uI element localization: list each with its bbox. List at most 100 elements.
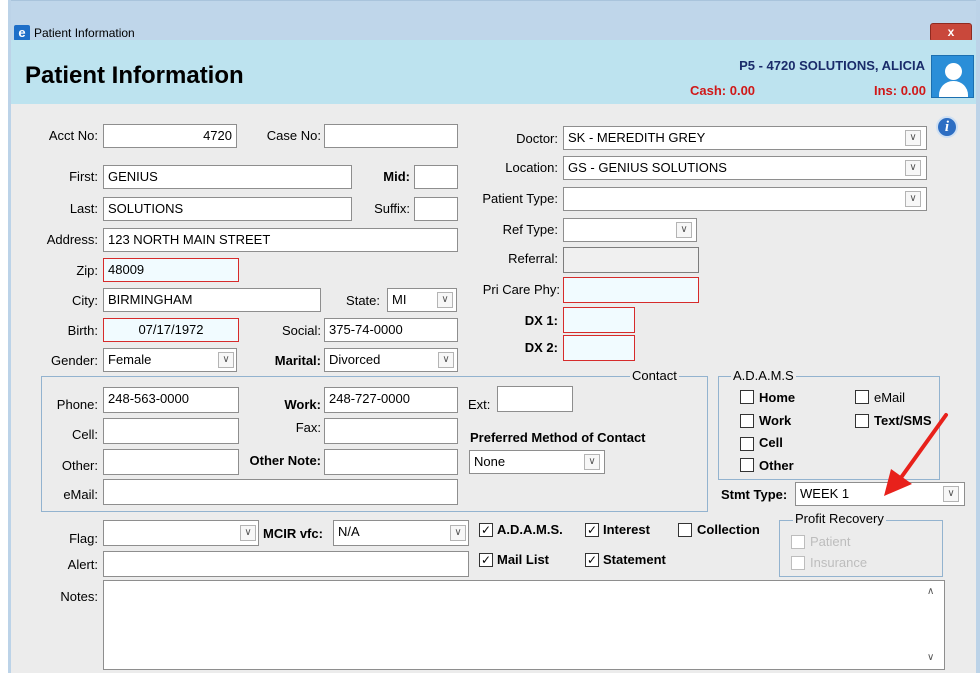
pri-care-label: Pri Care Phy: bbox=[482, 282, 560, 297]
email-label: eMail: bbox=[63, 487, 98, 502]
last-label: Last: bbox=[69, 201, 98, 216]
interest-checkbox[interactable]: ✓ bbox=[585, 523, 599, 537]
birth-date-field[interactable]: 07/17/1972 bbox=[103, 318, 239, 342]
suffix-label: Suffix: bbox=[374, 201, 410, 216]
dx1-field[interactable] bbox=[563, 307, 635, 333]
address-field[interactable]: 123 NORTH MAIN STREET bbox=[103, 228, 458, 252]
profit-recovery-insurance-label: Insurance bbox=[810, 555, 868, 570]
stmt-type-label: Stmt Type: bbox=[721, 487, 788, 502]
statement-checkbox[interactable]: ✓ bbox=[585, 553, 599, 567]
scroll-up-icon[interactable]: ∧ bbox=[927, 586, 937, 598]
pri-care-phy-field[interactable] bbox=[563, 277, 699, 303]
adams-cell-label: Cell bbox=[759, 435, 783, 450]
patient-type-select[interactable] bbox=[563, 187, 927, 211]
adams-group-title: A.D.A.M.S bbox=[731, 368, 796, 383]
doctor-label: Doctor: bbox=[516, 131, 558, 146]
cell-phone-field[interactable] bbox=[103, 418, 239, 444]
other-phone-field[interactable] bbox=[103, 449, 239, 475]
user-avatar-icon[interactable] bbox=[931, 55, 974, 98]
other-note-field[interactable] bbox=[324, 449, 458, 475]
mail-list-label: Mail List bbox=[497, 552, 550, 567]
patient-name: P5 - 4720 SOLUTIONS, ALICIA bbox=[739, 58, 925, 73]
doctor-select[interactable]: SK - MEREDITH GREY bbox=[563, 126, 927, 150]
adams-enrolled-checkbox[interactable]: ✓ bbox=[479, 523, 493, 537]
acct-label: Acct No: bbox=[48, 128, 98, 143]
city-label: City: bbox=[72, 293, 98, 308]
chevron-down-icon[interactable]: ∨ bbox=[437, 292, 453, 308]
zip-field[interactable]: 48009 bbox=[103, 258, 239, 282]
scroll-down-icon[interactable]: ∨ bbox=[927, 652, 937, 664]
social-security-field[interactable]: 375-74-0000 bbox=[324, 318, 458, 342]
flag-select[interactable] bbox=[103, 520, 259, 546]
referral-field[interactable] bbox=[563, 247, 699, 273]
gender-select[interactable]: Female bbox=[103, 348, 237, 372]
profit-recovery-insurance-checkbox[interactable] bbox=[791, 556, 805, 570]
city-field[interactable]: BIRMINGHAM bbox=[103, 288, 321, 312]
adams-other-label: Other bbox=[759, 458, 794, 473]
notes-label: Notes: bbox=[60, 589, 98, 604]
patient-type-label: Patient Type: bbox=[482, 191, 558, 206]
adams-home-checkbox[interactable] bbox=[740, 390, 754, 404]
adams-email-checkbox[interactable] bbox=[855, 390, 869, 404]
notes-textarea[interactable] bbox=[103, 580, 945, 670]
window-title: Patient Information bbox=[34, 26, 135, 40]
cell-label: Cell: bbox=[71, 427, 98, 442]
email-field[interactable] bbox=[103, 479, 458, 505]
annotation-arrow-icon bbox=[884, 413, 948, 496]
insurance-balance: Ins: 0.00 bbox=[873, 83, 926, 98]
last-name-field[interactable]: SOLUTIONS bbox=[103, 197, 352, 221]
phone-label: Phone: bbox=[56, 397, 98, 412]
chevron-down-icon[interactable]: ∨ bbox=[240, 525, 256, 541]
ext-field[interactable] bbox=[497, 386, 573, 412]
phone-field[interactable]: 248-563-0000 bbox=[103, 387, 239, 413]
middle-name-field[interactable] bbox=[414, 165, 458, 189]
chevron-down-icon[interactable]: ∨ bbox=[218, 352, 234, 368]
collection-checkbox[interactable] bbox=[678, 523, 692, 537]
ext-label: Ext: bbox=[468, 397, 491, 412]
mcir-vfc-select[interactable]: N/A bbox=[333, 520, 469, 546]
location-select[interactable]: GS - GENIUS SOLUTIONS bbox=[563, 156, 927, 180]
chevron-down-icon[interactable]: ∨ bbox=[905, 130, 921, 146]
alert-field[interactable] bbox=[103, 551, 469, 577]
interest-label: Interest bbox=[603, 522, 650, 537]
chevron-down-icon[interactable]: ∨ bbox=[438, 352, 454, 368]
acct-no-field[interactable]: 4720 bbox=[103, 124, 237, 148]
fax-field[interactable] bbox=[324, 418, 458, 444]
ref-type-label: Ref Type: bbox=[502, 222, 558, 237]
adams-other-checkbox[interactable] bbox=[740, 458, 754, 472]
state-label: State: bbox=[346, 293, 380, 308]
adams-cell-checkbox[interactable] bbox=[740, 437, 754, 451]
case-label: Case No: bbox=[266, 128, 321, 143]
fax-label: Fax: bbox=[295, 420, 321, 435]
alert-label: Alert: bbox=[67, 557, 98, 572]
info-icon[interactable]: i bbox=[936, 116, 958, 138]
case-no-field[interactable] bbox=[324, 124, 458, 148]
adams-email-label: eMail bbox=[874, 390, 906, 405]
flag-label: Flag: bbox=[69, 531, 98, 546]
profit-recovery-patient-checkbox[interactable] bbox=[791, 535, 805, 549]
marital-label: Marital: bbox=[274, 353, 321, 368]
page-title: Patient Information bbox=[25, 62, 244, 89]
chevron-down-icon[interactable]: ∨ bbox=[584, 454, 600, 470]
birth-label: Birth: bbox=[67, 323, 98, 338]
other-note-label: Other Note: bbox=[249, 453, 322, 468]
dx2-field[interactable] bbox=[563, 335, 635, 361]
suffix-field[interactable] bbox=[414, 197, 458, 221]
work-phone-field[interactable]: 248-727-0000 bbox=[324, 387, 458, 413]
adams-work-label: Work bbox=[759, 413, 792, 428]
referral-label: Referral: bbox=[508, 251, 558, 266]
adams-home-label: Home bbox=[759, 390, 796, 405]
adams-work-checkbox[interactable] bbox=[740, 414, 754, 428]
chevron-down-icon[interactable]: ∨ bbox=[676, 222, 692, 238]
mid-label: Mid: bbox=[383, 169, 410, 184]
first-name-field[interactable]: GENIUS bbox=[103, 165, 352, 189]
social-label: Social: bbox=[281, 323, 321, 338]
chevron-down-icon[interactable]: ∨ bbox=[905, 160, 921, 176]
dx2-label: DX 2: bbox=[524, 340, 558, 355]
chevron-down-icon[interactable]: ∨ bbox=[905, 191, 921, 207]
chevron-down-icon[interactable]: ∨ bbox=[450, 525, 466, 541]
title-bar bbox=[10, 0, 976, 40]
gender-label: Gender: bbox=[51, 353, 98, 368]
mail-list-checkbox[interactable]: ✓ bbox=[479, 553, 493, 567]
work-label: Work: bbox=[284, 397, 321, 412]
